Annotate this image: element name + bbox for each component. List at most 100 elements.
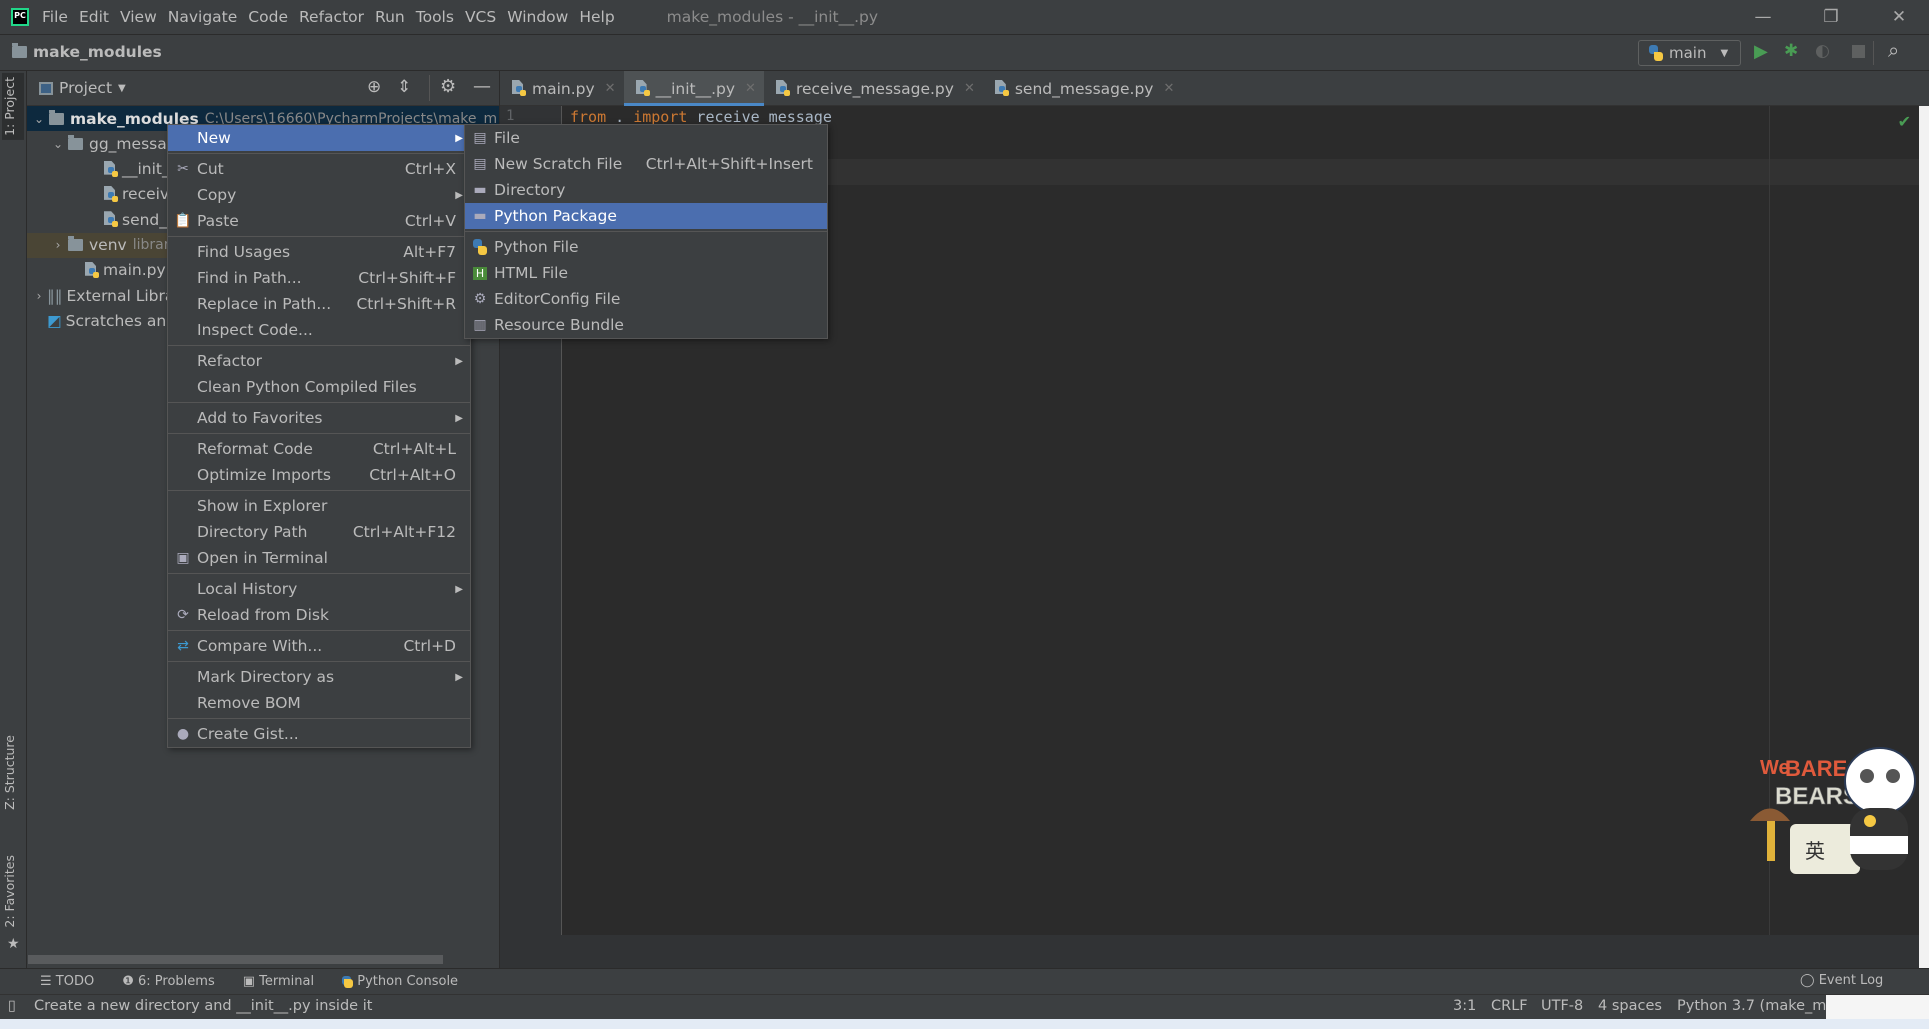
breadcrumb[interactable]: make_modules — [12, 43, 162, 61]
menu-code[interactable]: Code — [245, 8, 296, 26]
tool-terminal[interactable]: ▣ Terminal — [243, 974, 314, 989]
indent-setting[interactable]: 4 spaces — [1598, 998, 1662, 1014]
run-config-label: main — [1669, 44, 1707, 62]
menu-item-python-package[interactable]: ▬ Python Package — [465, 203, 827, 229]
menu-item-file[interactable]: ▤ File — [465, 125, 827, 151]
structure-tool-button[interactable]: Z: Structure — [2, 731, 24, 814]
tool-terminal-label: Terminal — [259, 974, 315, 989]
horizontal-scrollbar[interactable] — [28, 955, 443, 964]
restore-button[interactable]: ❐ — [1808, 0, 1854, 35]
project-panel-header: Project ▼ ⊕ ⇕ ⚙ — — [27, 71, 499, 106]
close-tab-icon[interactable]: ✕ — [964, 81, 975, 96]
menu-item-find-usages[interactable]: Find Usages Alt+F7 — [168, 239, 470, 265]
menu-item-cut[interactable]: ✂ Cut Ctrl+X — [168, 156, 470, 182]
menu-item-label: New — [197, 129, 231, 147]
menu-run[interactable]: Run — [372, 8, 413, 26]
close-tab-icon[interactable]: ✕ — [605, 81, 616, 96]
run-configuration-select[interactable]: main ▼ — [1638, 40, 1741, 66]
search-icon[interactable]: ⌕ — [1888, 38, 1899, 62]
menu-item-html-file[interactable]: H HTML File — [465, 260, 827, 286]
gear-icon[interactable]: ⚙ — [440, 76, 456, 97]
favorites-tool-button[interactable]: 2: Favorites — [2, 851, 24, 932]
menu-window[interactable]: Window — [504, 8, 576, 26]
menu-item-compare-with[interactable]: ⇄ Compare With... Ctrl+D — [168, 633, 470, 659]
menu-item-reformat-code[interactable]: Reformat Code Ctrl+Alt+L — [168, 436, 470, 462]
menu-item-inspect-code[interactable]: Inspect Code... — [168, 317, 470, 343]
menu-view[interactable]: View — [117, 8, 165, 26]
close-window-button[interactable]: ✕ — [1876, 0, 1922, 35]
menu-item-optimize-imports[interactable]: Optimize Imports Ctrl+Alt+O — [168, 462, 470, 488]
tool-problems[interactable]: ❶ 6: Problems — [122, 974, 215, 989]
menu-item-directory[interactable]: ▬ Directory — [465, 177, 827, 203]
svg-text:BARE: BARE — [1785, 756, 1847, 781]
locate-file-icon[interactable]: ⊕ — [367, 77, 381, 97]
menu-item-mark-directory-as[interactable]: Mark Directory as ▶ — [168, 664, 470, 690]
menu-refactor[interactable]: Refactor — [296, 8, 372, 26]
menu-item-open-in-terminal[interactable]: ▣ Open in Terminal — [168, 545, 470, 571]
menu-item-label: Remove BOM — [197, 694, 301, 712]
menu-item-label: EditorConfig File — [494, 290, 621, 308]
bottom-tool-bar: ☰ TODO ❶ 6: Problems ▣ Terminal Python C… — [0, 968, 1929, 994]
tab-send-message-py[interactable]: send_message.py ✕ — [983, 71, 1183, 106]
editor-bottom-area — [500, 935, 1919, 968]
menu-item-local-history[interactable]: Local History ▶ — [168, 576, 470, 602]
menu-edit[interactable]: Edit — [76, 8, 117, 26]
menu-item-show-in-explorer[interactable]: Show in Explorer — [168, 493, 470, 519]
run-with-coverage-icon[interactable]: ◐ — [1815, 41, 1830, 61]
menu-vcs[interactable]: VCS — [462, 8, 504, 26]
close-tab-icon[interactable]: ✕ — [1163, 81, 1174, 96]
menu-file[interactable]: File — [39, 8, 76, 26]
stop-icon[interactable] — [1852, 45, 1865, 58]
file-encoding[interactable]: UTF-8 — [1541, 998, 1583, 1014]
run-icon[interactable]: ▶ — [1754, 41, 1768, 62]
folder-icon — [49, 109, 64, 125]
tab-main-py[interactable]: main.py ✕ — [500, 71, 624, 106]
menu-item-label: Optimize Imports — [197, 466, 331, 484]
reload-from-disk-icon: ⟳ — [177, 607, 189, 623]
menu-item-directory-path[interactable]: Directory Path Ctrl+Alt+F12 — [168, 519, 470, 545]
menu-help[interactable]: Help — [576, 8, 622, 26]
submenu-arrow-icon: ▶ — [455, 671, 463, 683]
menu-item-add-to-favorites[interactable]: Add to Favorites ▶ — [168, 405, 470, 431]
menu-item-new-scratch-file[interactable]: ▤ New Scratch File Ctrl+Alt+Shift+Insert — [465, 151, 827, 177]
tab-receive-message-py[interactable]: receive_message.py ✕ — [764, 71, 983, 106]
menu-item-reload-from-disk[interactable]: ⟳ Reload from Disk — [168, 602, 470, 628]
menu-item-resource-bundle[interactable]: ▥ Resource Bundle — [465, 312, 827, 338]
chevron-right-icon[interactable]: › — [50, 238, 66, 252]
menu-item-clean-python-compiled-files[interactable]: Clean Python Compiled Files — [168, 374, 470, 400]
menu-item-editorconfig-file[interactable]: ⚙ EditorConfig File — [465, 286, 827, 312]
menu-item-python-file[interactable]: Python File — [465, 234, 827, 260]
menu-item-replace-in-path[interactable]: Replace in Path... Ctrl+Shift+R — [168, 291, 470, 317]
menu-item-find-in-path[interactable]: Find in Path... Ctrl+Shift+F — [168, 265, 470, 291]
open-in-terminal-icon: ▣ — [176, 550, 190, 566]
watermark-overlay — [1826, 995, 1929, 1020]
tool-python-console[interactable]: Python Console — [342, 974, 458, 989]
tool-todo[interactable]: ☰ TODO — [40, 974, 94, 989]
chevron-down-icon[interactable]: ▼ — [118, 83, 126, 94]
menu-item-create-gist[interactable]: ● Create Gist... — [168, 721, 470, 747]
chevron-down-icon[interactable]: ⌄ — [31, 112, 47, 126]
tool-event-log[interactable]: ◯ Event Log — [1800, 973, 1883, 988]
tab-init-py[interactable]: __init__.py ✕ — [623, 71, 764, 106]
chevron-right-icon[interactable]: › — [31, 289, 47, 303]
menu-item-paste[interactable]: 📋 Paste Ctrl+V — [168, 208, 470, 234]
minimize-button[interactable]: — — [1740, 0, 1786, 35]
chevron-down-icon[interactable]: ⌄ — [50, 137, 66, 151]
close-tab-icon[interactable]: ✕ — [745, 81, 756, 96]
collapse-all-icon[interactable]: ⇕ — [397, 77, 411, 97]
menu-tools[interactable]: Tools — [413, 8, 462, 26]
shortcut-label: Ctrl+V — [404, 212, 456, 230]
menu-item-new[interactable]: New ▶ — [168, 125, 470, 151]
menu-item-copy[interactable]: Copy ▶ — [168, 182, 470, 208]
caret-position[interactable]: 3:1 — [1453, 998, 1476, 1014]
menu-item-remove-bom[interactable]: Remove BOM — [168, 690, 470, 716]
python-interpreter[interactable]: Python 3.7 (make_mo — [1677, 998, 1835, 1014]
project-tool-button[interactable]: 1: Project — [2, 73, 24, 140]
menu-item-refactor[interactable]: Refactor ▶ — [168, 348, 470, 374]
menu-navigate[interactable]: Navigate — [165, 8, 246, 26]
project-view-select[interactable]: Project — [59, 79, 112, 97]
line-separator[interactable]: CRLF — [1491, 998, 1528, 1014]
toggle-tool-windows-icon[interactable]: ▯ — [8, 998, 16, 1014]
hide-panel-icon[interactable]: — — [473, 76, 491, 97]
debug-bug-icon[interactable]: ✱ — [1784, 41, 1798, 61]
